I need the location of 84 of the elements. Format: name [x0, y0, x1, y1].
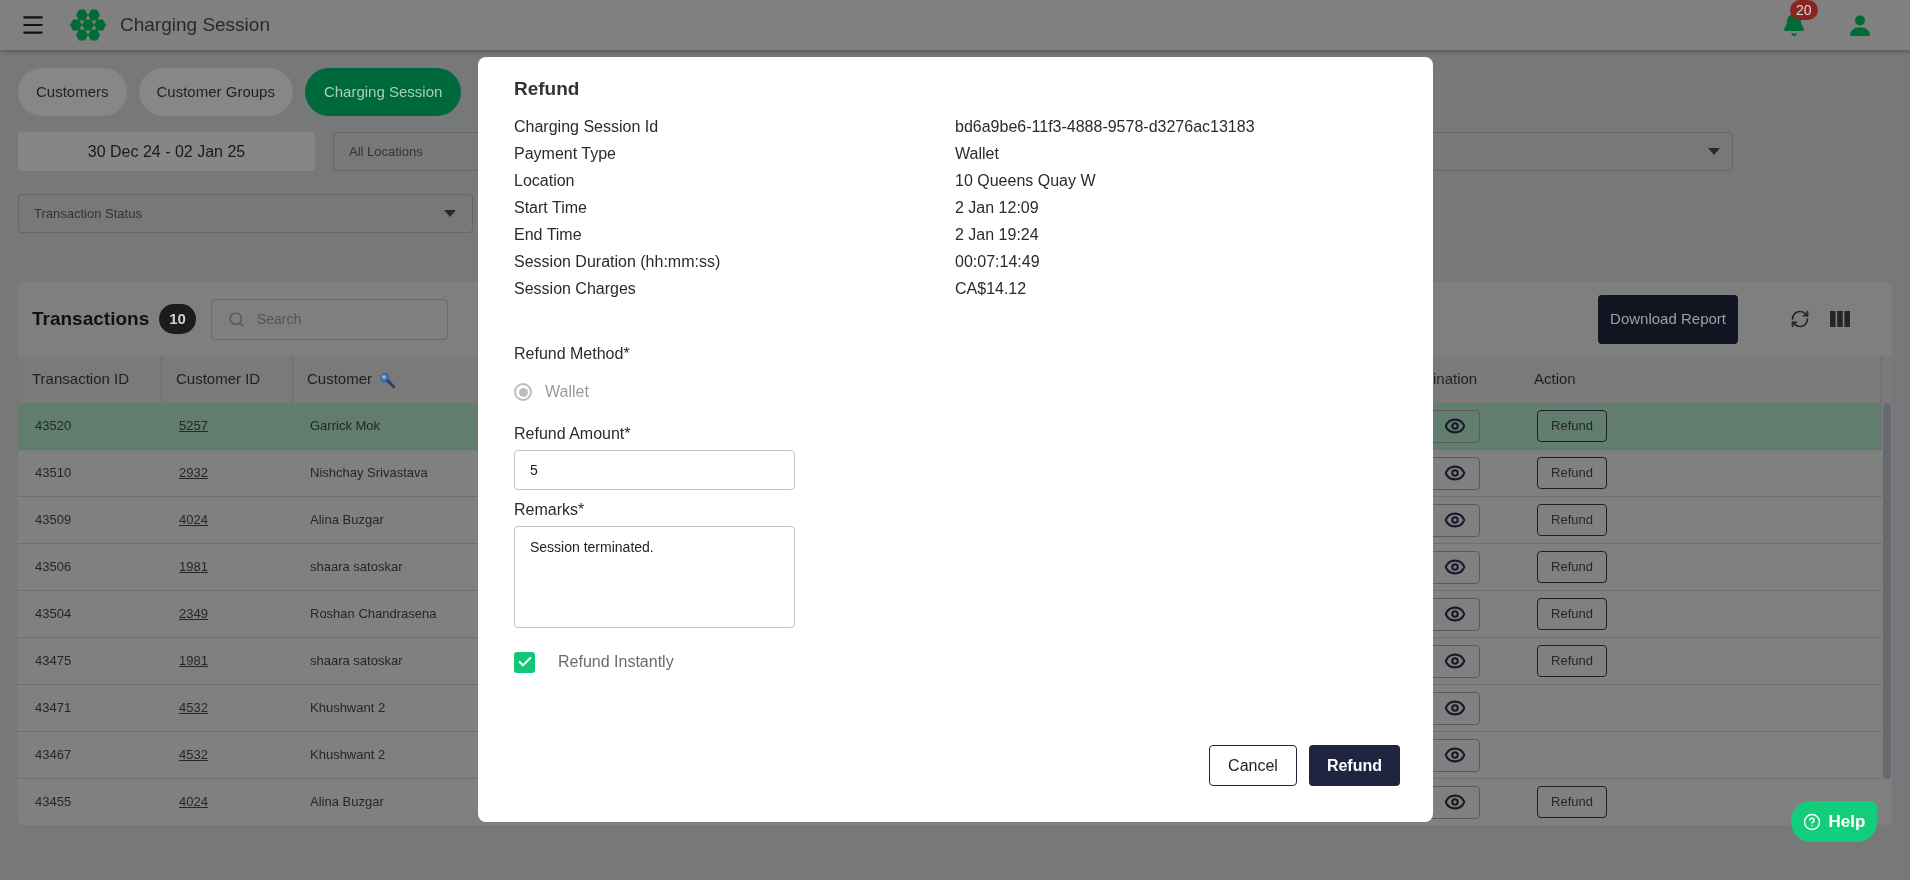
- customer-id-link[interactable]: 5257: [179, 418, 208, 434]
- detail-label: Charging Session Id: [514, 116, 660, 137]
- detail-label: Payment Type: [514, 143, 617, 164]
- checkbox-label: Refund Instantly: [558, 652, 674, 672]
- column-header: Customer ID: [176, 369, 261, 390]
- remarks-field[interactable]: Session terminated.: [514, 526, 795, 628]
- customer-id-link[interactable]: 4024: [179, 512, 208, 528]
- download-report-button[interactable]: Download Report: [1598, 294, 1738, 344]
- refund-amount-field[interactable]: 5: [514, 450, 795, 490]
- customer-id-link[interactable]: 2932: [179, 465, 208, 481]
- checkbox[interactable]: [514, 651, 535, 673]
- customer-id-link[interactable]: 1981: [179, 559, 208, 575]
- columns-icon[interactable]: [1830, 311, 1850, 327]
- detail-value: 2 Jan 12:09: [955, 197, 1040, 218]
- detail-label: End Time: [514, 224, 583, 245]
- detail-label: Session Charges: [514, 278, 637, 299]
- table-cell: Alina Buzgar: [310, 794, 384, 810]
- table-cell: Khushwant 2: [310, 700, 386, 716]
- customer-id-link[interactable]: 4532: [179, 700, 208, 716]
- page-title: Charging Session: [120, 12, 270, 37]
- section-title: Transactions: [32, 306, 150, 331]
- refund-button[interactable]: Refund: [1537, 504, 1607, 536]
- help-icon: [1802, 812, 1821, 831]
- table-cell: 43509: [35, 512, 72, 528]
- detail-value: Wallet: [955, 143, 1000, 164]
- table-cell: Nishchay Srivastava: [310, 465, 428, 481]
- dialog-title: Refund: [514, 77, 581, 101]
- refund-button[interactable]: Refund: [1537, 786, 1607, 818]
- column-header: Transaction ID: [32, 369, 129, 390]
- refund-button[interactable]: Refund: [1537, 551, 1607, 583]
- table-cell: 43471: [35, 700, 72, 716]
- table-cell: Garrick Mok: [310, 418, 381, 434]
- refund-submit-button[interactable]: Refund: [1308, 745, 1400, 786]
- refund-button[interactable]: Refund: [1537, 598, 1607, 630]
- field-label: Refund Method*: [514, 344, 631, 364]
- detail-label: Start Time: [514, 197, 588, 218]
- detail-label: Location: [514, 170, 576, 191]
- detail-value: 10 Queens Quay W: [955, 170, 1097, 191]
- logo-icon: [70, 8, 106, 42]
- field-label: Refund Amount*: [514, 424, 632, 444]
- caret-down-icon: [444, 210, 456, 217]
- table-cell: Khushwant 2: [310, 747, 386, 763]
- column-header: Action: [1534, 369, 1576, 390]
- detail-value: CA$14.12: [955, 278, 1028, 299]
- tab[interactable]: Customer Groups: [138, 68, 293, 116]
- field-label: Remarks*: [514, 500, 586, 520]
- detail-value: bd6a9be6-11f3-4888-9578-d3276ac13183: [955, 116, 1256, 137]
- table-cell: Alina Buzgar: [310, 512, 384, 528]
- table-cell: shaara satoskar: [310, 653, 403, 669]
- notification-badge: 20: [1790, 0, 1818, 20]
- detail-value: 00:07:14:49: [955, 251, 1041, 272]
- customer-id-link[interactable]: 1981: [179, 653, 208, 669]
- table-cell: Roshan Chandrasena: [310, 606, 437, 622]
- table-cell: 43475: [35, 653, 72, 669]
- refund-button[interactable]: Refund: [1537, 410, 1607, 442]
- tab[interactable]: Charging Session: [304, 68, 462, 116]
- table-cell: 43510: [35, 465, 72, 481]
- radio-label: Wallet: [545, 382, 589, 402]
- transaction-status-select[interactable]: Transaction Status: [18, 194, 473, 233]
- table-cell: shaara satoskar: [310, 559, 403, 575]
- search-icon[interactable]: [379, 371, 396, 388]
- tab[interactable]: Customers: [18, 68, 127, 116]
- column-header: ination: [1433, 369, 1478, 390]
- customer-id-link[interactable]: 4532: [179, 747, 208, 763]
- customer-id-link[interactable]: 4024: [179, 794, 208, 810]
- refund-button[interactable]: Refund: [1537, 457, 1607, 489]
- scrollbar[interactable]: [1883, 403, 1891, 779]
- cancel-button[interactable]: Cancel: [1209, 745, 1297, 786]
- count-badge: 10: [159, 304, 196, 334]
- column-header: Customer: [307, 369, 373, 390]
- table-cell: 43467: [35, 747, 72, 763]
- table-cell: 43520: [35, 418, 72, 434]
- table-cell: 43455: [35, 794, 72, 810]
- customer-id-link[interactable]: 2349: [179, 606, 208, 622]
- caret-down-icon: [1708, 148, 1720, 155]
- detail-value: 2 Jan 19:24: [955, 224, 1040, 245]
- search-icon: [227, 310, 245, 328]
- date-range-field[interactable]: 30 Dec 24 - 02 Jan 25: [18, 132, 315, 171]
- table-cell: 43506: [35, 559, 72, 575]
- refund-button[interactable]: Refund: [1537, 645, 1607, 677]
- refresh-icon[interactable]: [1790, 309, 1810, 329]
- detail-label: Session Duration (hh:mm:ss): [514, 251, 722, 272]
- help-button[interactable]: Help: [1791, 801, 1877, 842]
- table-cell: 43504: [35, 606, 72, 622]
